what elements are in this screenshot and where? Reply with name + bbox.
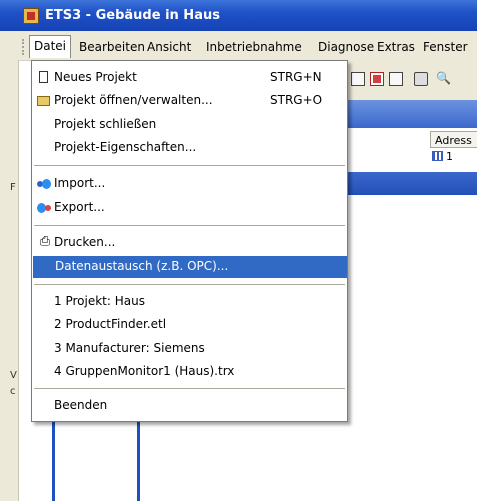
menu-item-label: Projekt öffnen/verwalten... [54,93,213,107]
left-dock-strip: F V c [0,60,19,501]
menu-item-label: Beenden [54,398,108,412]
row-value: 1 [446,150,453,163]
menu-item-label: Projekt-Eigenschaften... [54,140,197,154]
menu-extras[interactable]: Extras [377,40,415,54]
column-header-address[interactable]: Adress [430,131,477,148]
title-bar: ETS3 - Gebäude in Haus [0,0,477,31]
menu-diagnose[interactable]: Diagnose [318,40,374,54]
menu-item-label: Drucken... [54,235,116,249]
side-mark: V [10,370,17,381]
menu-item-label: Datenaustausch (z.B. OPC)... [55,259,229,273]
menu-item-label: Projekt schließen [54,117,157,131]
menu-item-shortcut: STRG+N [270,70,322,84]
toolbar: 🔍 [340,60,477,100]
menu-item-recent-1[interactable]: 1 Projekt: Haus [32,291,347,313]
menu-item-label: Import... [54,176,106,190]
menu-item-print[interactable]: ⎙ Drucken... [32,232,347,254]
menu-item-label: Export... [54,200,105,214]
menu-separator [34,225,345,226]
group-address-icon [432,151,443,161]
menu-item-label: 3 Manufacturer: Siemens [54,341,205,355]
menu-separator [34,388,345,389]
export-icon [37,202,51,214]
window-caption-bar-lower [340,172,477,195]
topology-icon[interactable] [370,72,384,86]
menu-item-export[interactable]: Export... [32,197,347,219]
menu-item-label: 2 ProductFinder.etl [54,317,167,331]
printer-icon: ⎙ [39,234,51,249]
menu-item-close-project[interactable]: Projekt schließen [32,114,347,136]
menu-item-recent-4[interactable]: 4 GruppenMonitor1 (Haus).trx [32,361,347,383]
open-folder-icon [37,96,50,106]
menu-bar: Datei Bearbeiten Ansicht Inbetriebnahme … [0,31,477,61]
menu-item-project-properties[interactable]: Projekt-Eigenschaften... [32,137,347,159]
file-menu-dropdown: Neues Projekt STRG+N Projekt öffnen/verw… [31,60,348,422]
new-document-icon [39,71,48,83]
grid-view-icon[interactable] [351,72,365,86]
menu-item-recent-2[interactable]: 2 ProductFinder.etl [32,314,347,336]
import-icon [37,178,51,190]
side-mark: F [10,182,16,193]
menu-item-recent-3[interactable]: 3 Manufacturer: Siemens [32,338,347,360]
window-caption-bar [340,100,477,128]
menu-inbetriebnahme[interactable]: Inbetriebnahme [206,40,302,54]
window-icon[interactable] [389,72,403,86]
menubar-grip-handle[interactable] [22,39,27,55]
menu-ansicht[interactable]: Ansicht [147,40,191,54]
menu-separator [34,165,345,166]
menu-fenster[interactable]: Fenster [423,40,468,54]
menu-item-open-project[interactable]: Projekt öffnen/verwalten... STRG+O [32,90,347,112]
menu-item-data-exchange[interactable]: Datenaustausch (z.B. OPC)... [33,256,347,278]
menu-datei[interactable]: Datei [29,35,72,58]
menu-item-label: 1 Projekt: Haus [54,294,145,308]
binoculars-icon[interactable]: 🔍 [436,71,451,85]
menu-bearbeiten[interactable]: Bearbeiten [79,40,145,54]
menu-item-new-project[interactable]: Neues Projekt STRG+N [32,67,347,89]
table-row[interactable]: 1 [432,150,453,163]
menu-item-label: Neues Projekt [54,70,137,84]
menu-item-shortcut: STRG+O [270,93,323,107]
print-icon[interactable] [414,72,428,86]
menu-item-import[interactable]: Import... [32,173,347,195]
menu-item-label: 4 GruppenMonitor1 (Haus).trx [54,364,235,378]
window-title: ETS3 - Gebäude in Haus [45,8,220,23]
menu-item-exit[interactable]: Beenden [32,395,347,417]
menu-separator [34,284,345,285]
ets-app-icon[interactable] [23,8,39,24]
side-mark: c [10,386,16,397]
